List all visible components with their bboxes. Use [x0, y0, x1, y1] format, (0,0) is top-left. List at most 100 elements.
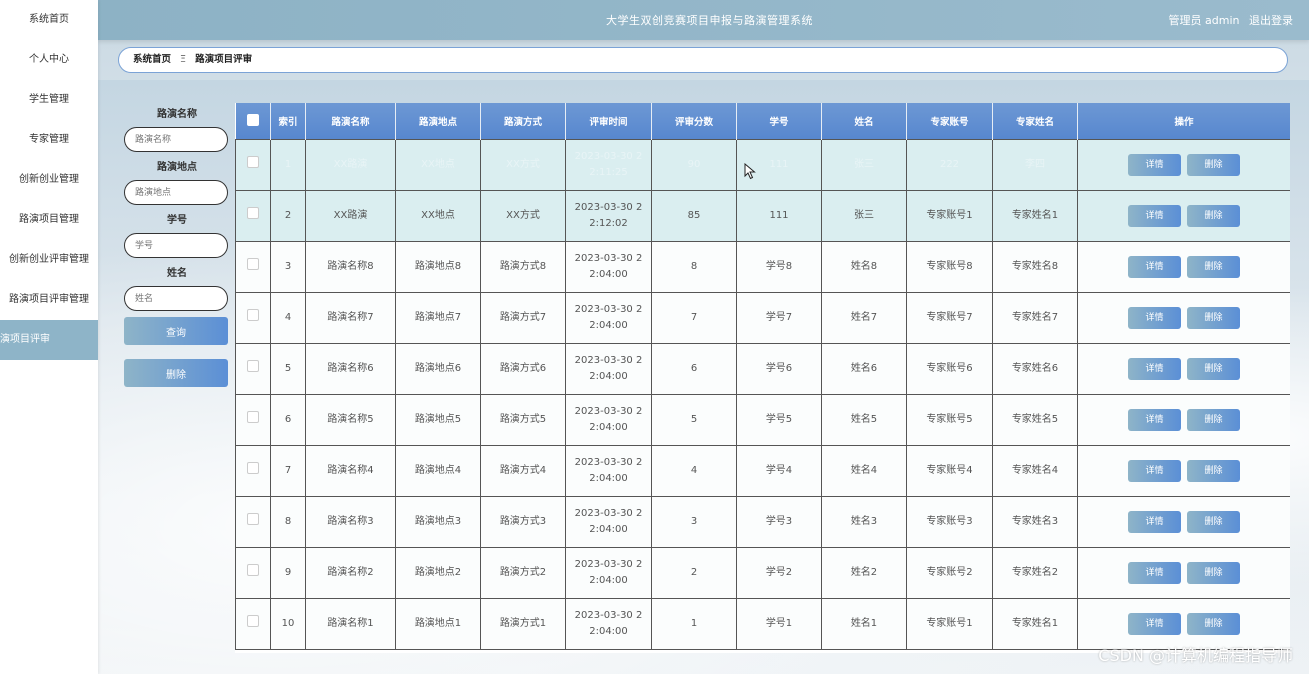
detail-button[interactable]: 详情 — [1128, 154, 1181, 176]
table-cell-time: 2023-03-30 2 2:04:00 — [565, 598, 652, 650]
roadshow-name-input[interactable] — [124, 127, 228, 152]
query-button[interactable]: 查询 — [124, 317, 228, 345]
detail-button[interactable]: 详情 — [1128, 205, 1181, 227]
detail-button[interactable]: 详情 — [1128, 256, 1181, 278]
row-checkbox-cell — [235, 547, 271, 599]
table-cell-ename: 专家姓名5 — [992, 394, 1078, 446]
row-checkbox[interactable] — [247, 156, 259, 168]
sidebar: 系统首页 个人中心 学生管理 专家管理 创新创业管理 路演项目管理 创新创业评审… — [0, 0, 98, 674]
sidebar-item-label: 系统首页 — [29, 14, 69, 25]
breadcrumb-separator: Ξ — [180, 54, 187, 65]
name-input[interactable] — [124, 286, 228, 311]
table-cell-time: 2023-03-30 2 2:04:00 — [565, 241, 652, 293]
detail-button[interactable]: 详情 — [1128, 409, 1181, 431]
table-row: 9 路演名称2 路演地点2 路演方式2 2023-03-30 2 2:04:00 2 学号2… — [235, 547, 1290, 599]
detail-button[interactable]: 详情 — [1128, 613, 1181, 635]
row-checkbox[interactable] — [247, 258, 259, 270]
table-cell-eno: 专家账号6 — [906, 343, 993, 395]
table-cell-place: 路演地点6 — [395, 343, 481, 395]
table-cell-eno: 专家账号1 — [906, 190, 993, 242]
delete-button[interactable]: 删除 — [1187, 511, 1240, 533]
actions-cell: 详情 删除 — [1077, 445, 1290, 497]
table-cell-time: 2023-03-30 2 2:04:00 — [565, 292, 652, 344]
roadshow-place-input[interactable] — [124, 180, 228, 205]
delete-button[interactable]: 删除 — [1187, 409, 1240, 431]
table-cell-eno: 222 — [906, 139, 993, 191]
detail-button[interactable]: 详情 — [1128, 307, 1181, 329]
table-cell-place: 路演地点1 — [395, 598, 481, 650]
table-cell-index: 1 — [270, 139, 306, 191]
delete-button[interactable]: 删除 — [1187, 613, 1240, 635]
table-cell-score: 90 — [651, 139, 737, 191]
table-cell-sno: 学号2 — [736, 547, 822, 599]
sidebar-item-roadshow-review-management[interactable]: 路演项目评审管理 — [0, 280, 98, 320]
table-cell-sname: 姓名6 — [821, 343, 907, 395]
row-checkbox-cell — [235, 496, 271, 548]
table-cell-index: 4 — [270, 292, 306, 344]
sidebar-item-expert-management[interactable]: 专家管理 — [0, 120, 98, 160]
row-checkbox[interactable] — [247, 309, 259, 321]
table-cell-sname: 姓名3 — [821, 496, 907, 548]
table-cell-place: 路演地点8 — [395, 241, 481, 293]
table-cell-score: 4 — [651, 445, 737, 497]
row-checkbox[interactable] — [247, 411, 259, 423]
select-all-checkbox[interactable] — [246, 113, 259, 126]
table-cell-ename: 李四 — [992, 139, 1078, 191]
delete-button[interactable]: 删除 — [1187, 205, 1240, 227]
column-header: 姓名 — [821, 103, 907, 140]
table-cell-mode: XX方式 — [480, 139, 566, 191]
delete-button[interactable]: 删除 — [1187, 154, 1240, 176]
table-cell-sno: 学号7 — [736, 292, 822, 344]
actions-cell: 详情 删除 — [1077, 292, 1290, 344]
row-checkbox[interactable] — [247, 615, 259, 627]
table-cell-score: 6 — [651, 343, 737, 395]
detail-button[interactable]: 详情 — [1128, 562, 1181, 584]
row-checkbox[interactable] — [247, 513, 259, 525]
delete-button[interactable]: 删除 — [1187, 460, 1240, 482]
table-cell-sname: 姓名2 — [821, 547, 907, 599]
delete-button[interactable]: 删除 — [1187, 307, 1240, 329]
table-row: 8 路演名称3 路演地点3 路演方式3 2023-03-30 2 2:04:00 3 学号3… — [235, 496, 1290, 548]
detail-button[interactable]: 详情 — [1128, 511, 1181, 533]
logout-link[interactable]: 退出登录 — [1249, 14, 1293, 27]
sidebar-item-innovation-review-management[interactable]: 创新创业评审管理 — [0, 240, 98, 280]
sidebar-item-home[interactable]: 系统首页 — [0, 0, 98, 40]
actions-cell: 详情 删除 — [1077, 343, 1290, 395]
row-checkbox[interactable] — [247, 207, 259, 219]
table-cell-eno: 专家账号5 — [906, 394, 993, 446]
breadcrumb-home[interactable]: 系统首页 — [133, 54, 171, 65]
batch-delete-button[interactable]: 删除 — [124, 359, 228, 387]
column-header: 评审分数 — [651, 103, 737, 140]
delete-button[interactable]: 删除 — [1187, 256, 1240, 278]
table-cell-sno: 学号3 — [736, 496, 822, 548]
table-header-row: 索引 路演名称 路演地点 路演方式 评审时间 评审分数 学号 姓名 专家账号 专… — [235, 103, 1290, 140]
table-cell-sno: 学号8 — [736, 241, 822, 293]
sidebar-item-innovation-management[interactable]: 创新创业管理 — [0, 160, 98, 200]
delete-button[interactable]: 删除 — [1187, 562, 1240, 584]
table-cell-mode: 路演方式3 — [480, 496, 566, 548]
table-cell-eno: 专家账号1 — [906, 598, 993, 650]
data-table: 索引 路演名称 路演地点 路演方式 评审时间 评审分数 学号 姓名 专家账号 专… — [235, 103, 1290, 653]
sidebar-item-label: 专家管理 — [29, 134, 69, 145]
actions-cell: 详情 删除 — [1077, 139, 1290, 191]
sidebar-item-roadshow-review[interactable]: 路演项目评审 — [0, 320, 98, 360]
column-header: 路演名称 — [305, 103, 396, 140]
sidebar-item-personal-center[interactable]: 个人中心 — [0, 40, 98, 80]
column-header: 评审时间 — [565, 103, 652, 140]
table-cell-eno: 专家账号4 — [906, 445, 993, 497]
actions-cell: 详情 删除 — [1077, 190, 1290, 242]
table-row: 2 XX路演 XX地点 XX方式 2023-03-30 2 2:12:02 85 111 张三… — [235, 190, 1290, 242]
row-checkbox[interactable] — [247, 360, 259, 372]
detail-button[interactable]: 详情 — [1128, 460, 1181, 482]
sidebar-item-roadshow-project-management[interactable]: 路演项目管理 — [0, 200, 98, 240]
table-cell-time: 2023-03-30 2 2:04:00 — [565, 445, 652, 497]
current-user: 管理员 admin — [1168, 14, 1240, 27]
row-checkbox[interactable] — [247, 564, 259, 576]
sidebar-item-student-management[interactable]: 学生管理 — [0, 80, 98, 120]
student-no-input[interactable] — [124, 233, 228, 258]
detail-button[interactable]: 详情 — [1128, 358, 1181, 380]
delete-button[interactable]: 删除 — [1187, 358, 1240, 380]
row-checkbox[interactable] — [247, 462, 259, 474]
field-label-roadshow-name: 路演名称 — [157, 109, 197, 120]
table-cell-index: 3 — [270, 241, 306, 293]
